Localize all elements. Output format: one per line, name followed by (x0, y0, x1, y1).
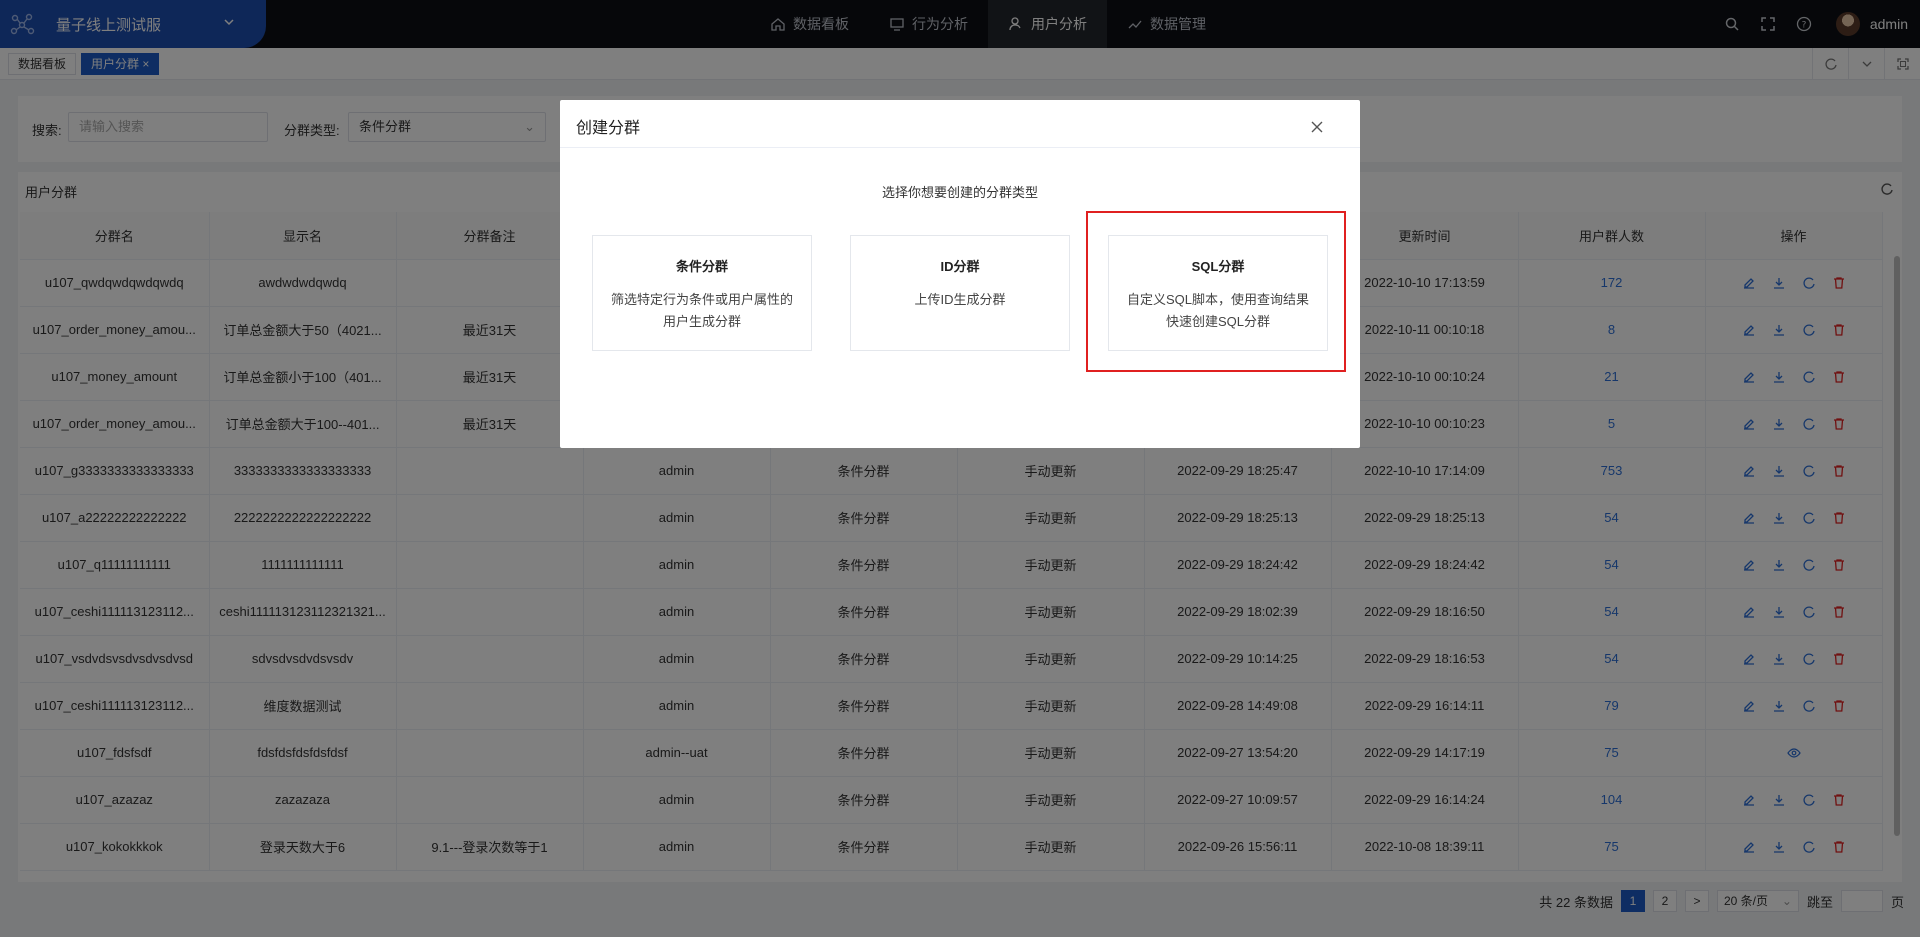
option-id-segment[interactable]: ID分群 上传ID生成分群 (850, 235, 1070, 351)
option-title: 条件分群 (675, 259, 728, 274)
option-condition-segment[interactable]: 条件分群 筛选特定行为条件或用户属性的用户生成分群 (592, 235, 812, 351)
option-desc: 筛选特定行为条件或用户属性的用户生成分群 (610, 292, 793, 329)
modal-title: 创建分群 (576, 120, 641, 137)
modal-subtitle: 选择你想要创建的分群类型 (881, 185, 1038, 200)
option-title: ID分群 (940, 259, 980, 274)
sql-option-highlight (1086, 211, 1346, 372)
modal-header: 创建分群 (560, 100, 1360, 148)
option-desc: 上传ID生成分群 (914, 292, 1006, 307)
close-icon[interactable] (1310, 120, 1324, 137)
